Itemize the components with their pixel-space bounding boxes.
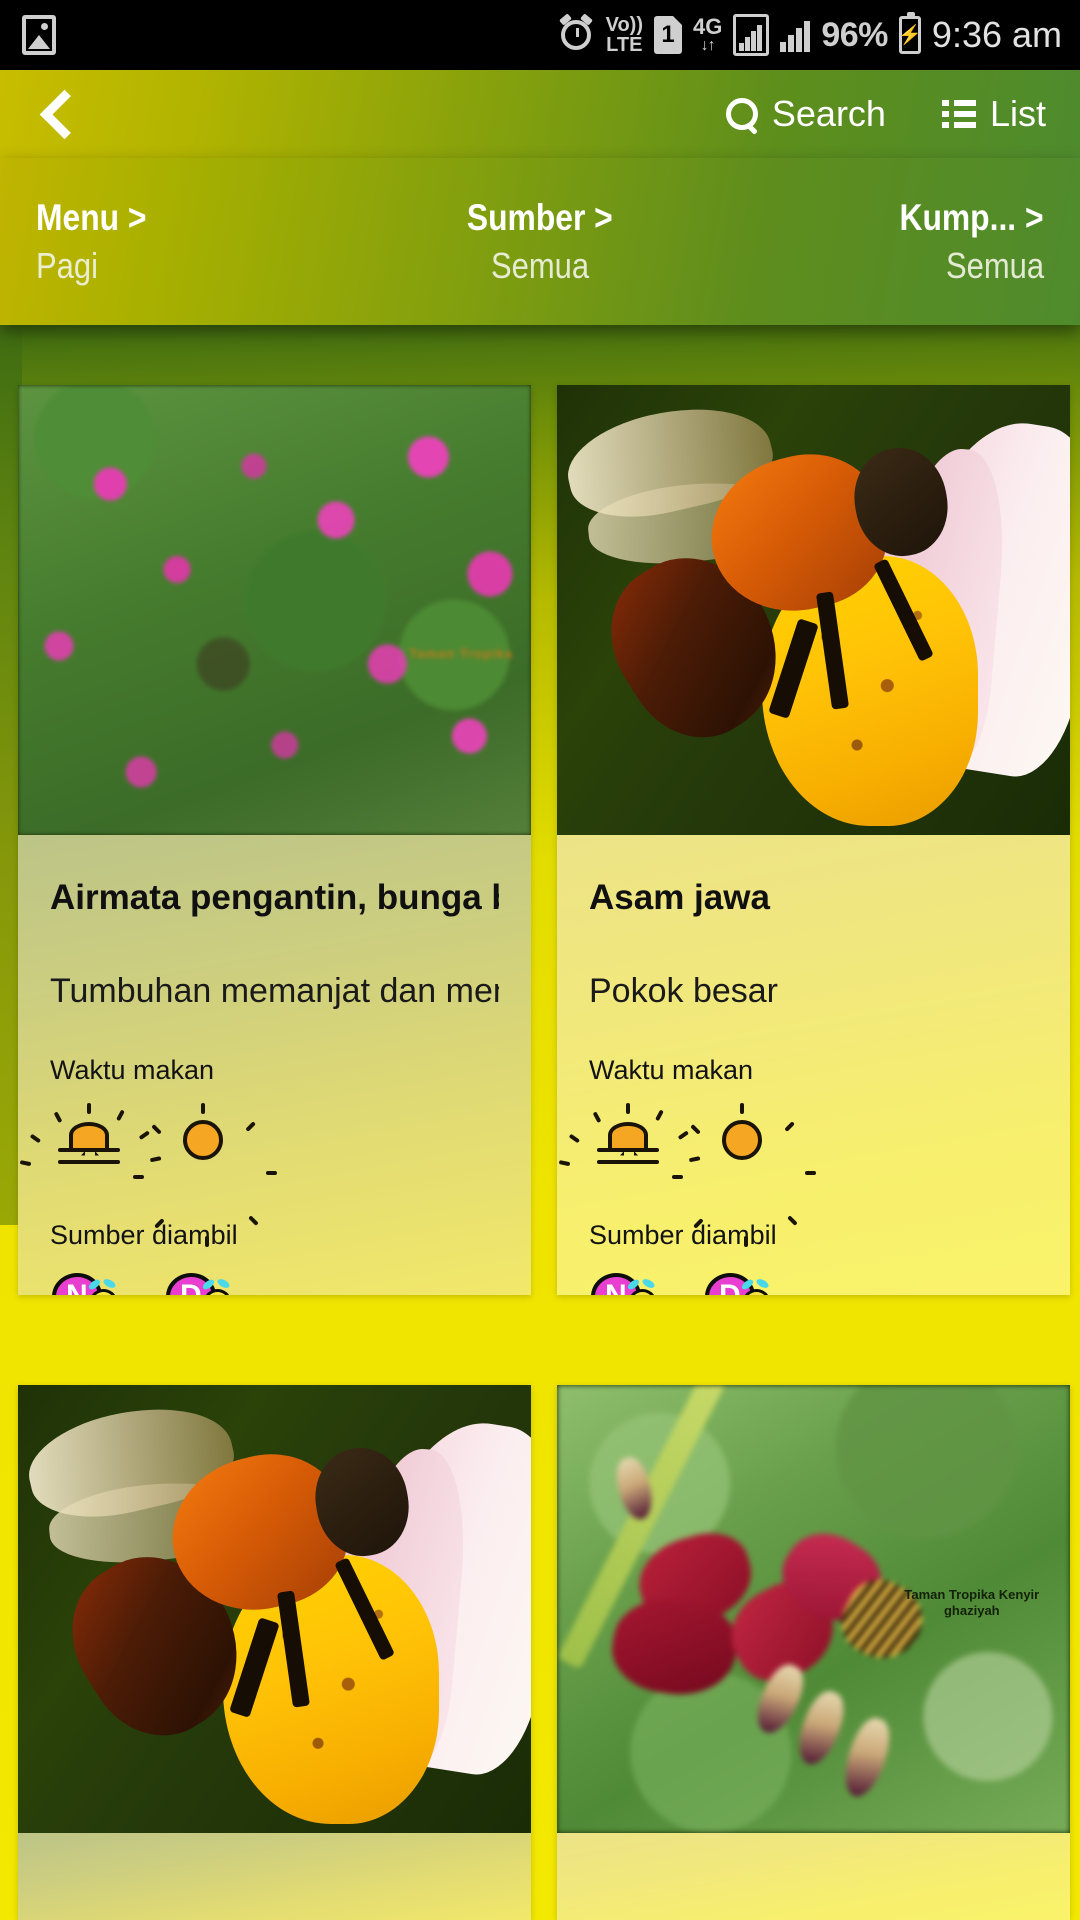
plant-card-description: Pokok besar: [589, 971, 778, 1010]
signal-bars-icon: [780, 18, 811, 52]
bee-source-letter: N: [605, 1279, 627, 1295]
filter-menu[interactable]: Menu > Pagi: [0, 197, 360, 287]
alarm-clock-icon: [557, 15, 595, 55]
plant-card-photo: Taman Tropika: [18, 385, 531, 835]
list-button[interactable]: List: [941, 93, 1046, 135]
signal-bars-boxed-icon: [733, 14, 770, 56]
volte-indicator: Vo)) LTE: [606, 15, 643, 55]
plant-card[interactable]: Asam jawa Pokok besar Waktu makan Sumber…: [557, 385, 1070, 1295]
source-taken-icons: N D: [49, 1267, 499, 1295]
filter-kumpulan-value: Semua: [945, 244, 1044, 286]
list-icon: [941, 100, 976, 128]
clock-label: 9:36 am: [931, 14, 1062, 55]
bee-source-n-icon: N: [588, 1267, 667, 1295]
list-button-label: List: [989, 93, 1046, 134]
volte-line-2: LTE: [606, 34, 643, 56]
battery-percent-label: 96%: [821, 15, 888, 54]
filter-menu-title: Menu >: [36, 196, 147, 238]
filter-sumber-title: Sumber >: [467, 196, 613, 238]
source-taken-icons: N D: [588, 1267, 1038, 1295]
feeding-time-icons: [558, 1102, 1038, 1247]
filter-sumber[interactable]: Sumber > Semua: [360, 197, 720, 287]
bee-source-letter: N: [66, 1279, 88, 1295]
photo-watermark: Taman Tropika Kenyir ghaziyah: [904, 1586, 1040, 1618]
search-icon: [725, 98, 758, 130]
source-taken-label: Sumber diambil: [50, 1219, 238, 1250]
bee-source-n-icon: N: [49, 1267, 128, 1295]
back-chevron-icon[interactable]: [30, 88, 82, 140]
plant-card-title: Airmata pengantin, bunga berteh: [50, 879, 499, 917]
filter-sumber-value: Semua: [490, 244, 590, 286]
plant-card-grid: Taman Tropika Airmata pengantin, bunga b…: [0, 325, 1080, 1920]
battery-charging-icon: ⚡: [898, 12, 922, 54]
plant-card-title: Asam jawa: [589, 879, 770, 917]
sim-slot-icon: 1: [654, 16, 682, 54]
filter-kumpulan-title: Kump... >: [899, 196, 1044, 238]
plant-card-body: [557, 1833, 1070, 1920]
gallery-icon: [22, 15, 56, 55]
search-button[interactable]: Search: [725, 93, 886, 135]
sunrise-icon: [19, 1102, 162, 1176]
plant-card-photo: [557, 385, 1070, 835]
volte-line-1: Vo)): [605, 14, 643, 36]
bee-source-letter: D: [719, 1279, 741, 1295]
bee-source-d-icon: D: [702, 1267, 781, 1295]
feeding-time-icons: [19, 1102, 499, 1247]
bee-source-letter: D: [180, 1279, 202, 1295]
status-bar-right: Vo)) LTE 1 4G ↓↑ 96% ⚡ 9:36 am: [557, 12, 1062, 56]
source-taken-label: Sumber diambil: [589, 1219, 777, 1250]
filter-menu-value: Pagi: [36, 244, 98, 286]
plant-card-body: [18, 1833, 531, 1920]
network-arrows: ↓↑: [700, 36, 716, 54]
orange-bee-on-yellow-flower-photo: [557, 385, 1070, 835]
plant-card-body: Airmata pengantin, bunga berteh Tumbuhan…: [18, 835, 531, 1295]
sunrise-icon: [558, 1102, 701, 1176]
status-bar-left: [22, 15, 56, 55]
toolbar-actions: Search List: [725, 93, 1046, 135]
plant-card[interactable]: [18, 1385, 531, 1920]
app-toolbar: Search List: [0, 70, 1080, 158]
plant-card[interactable]: Taman Tropika Airmata pengantin, bunga b…: [18, 385, 531, 1295]
plant-card[interactable]: Taman Tropika Kenyir ghaziyah: [557, 1385, 1070, 1920]
feeding-time-label: Waktu makan: [50, 1054, 215, 1085]
plant-card-photo: Taman Tropika Kenyir ghaziyah: [557, 1385, 1070, 1833]
sun-icon: [672, 1102, 816, 1247]
photo-watermark: Taman Tropika: [409, 646, 513, 661]
filter-bar: Menu > Pagi Sumber > Semua Kump... > Sem…: [0, 158, 1080, 325]
sun-icon: [133, 1102, 277, 1247]
orange-bee-on-yellow-flower-photo: [18, 1385, 531, 1833]
plant-card-description: Tumbuhan memanjat dan menjal…: [50, 971, 499, 1010]
plant-card-photo: [18, 1385, 531, 1833]
bee-source-d-icon: D: [163, 1267, 242, 1295]
network-type-indicator: 4G ↓↑: [693, 13, 723, 54]
feeding-time-label: Waktu makan: [589, 1054, 754, 1085]
plant-card-body: Asam jawa Pokok besar Waktu makan Sumber…: [557, 835, 1070, 1295]
pink-flowering-shrub-photo: Taman Tropika: [18, 385, 531, 835]
search-button-label: Search: [771, 93, 886, 134]
filter-kumpulan[interactable]: Kump... > Semua: [720, 197, 1080, 287]
status-bar: Vo)) LTE 1 4G ↓↑ 96% ⚡ 9:36 am: [0, 0, 1080, 70]
network-type-label: 4G: [693, 13, 723, 39]
